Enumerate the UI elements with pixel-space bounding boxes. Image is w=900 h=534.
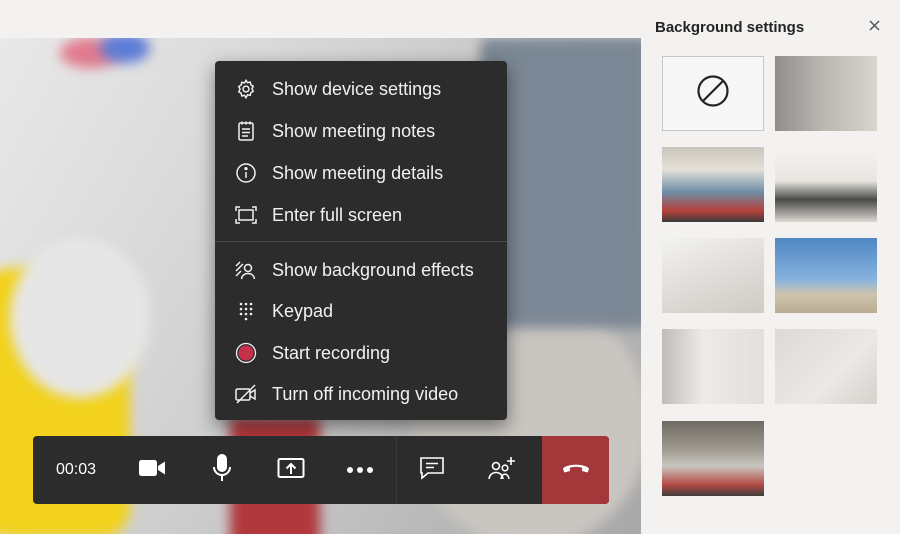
toolbar-divider [396, 436, 397, 504]
camera-button[interactable] [119, 436, 185, 504]
background-empty-white-room[interactable] [662, 329, 764, 404]
more-options-button[interactable] [327, 436, 393, 504]
record-icon [235, 342, 257, 364]
participants-icon [487, 455, 517, 486]
share-screen-icon [277, 456, 305, 485]
more-options-menu: Show device settings Show meeting notes … [215, 61, 507, 420]
menu-item-meeting-details[interactable]: Show meeting details [215, 153, 507, 193]
menu-item-keypad[interactable]: Keypad [215, 291, 507, 331]
video-off-icon [235, 383, 257, 405]
menu-item-label: Show meeting notes [272, 120, 436, 141]
participants-button[interactable] [469, 436, 535, 504]
background-none[interactable] [662, 56, 764, 131]
background-beach[interactable] [775, 238, 877, 313]
background-industrial-loft[interactable] [662, 421, 764, 496]
blurred-chair [10, 238, 150, 398]
menu-item-label: Show background effects [272, 259, 474, 280]
background-effects-icon [235, 259, 257, 281]
hang-up-button[interactable] [542, 436, 609, 504]
menu-item-start-recording[interactable]: Start recording [215, 333, 507, 373]
meeting-stage: Show device settings Show meeting notes … [0, 0, 641, 534]
call-toolbar: 00:03 [33, 436, 609, 504]
menu-item-meeting-notes[interactable]: Show meeting notes [215, 111, 507, 151]
notes-icon [235, 120, 257, 142]
background-loft-room[interactable] [775, 147, 877, 222]
info-icon [235, 162, 257, 184]
menu-item-label: Show device settings [272, 78, 442, 99]
menu-item-background-effects[interactable]: Show background effects [215, 250, 507, 290]
menu-item-incoming-video[interactable]: Turn off incoming video [215, 374, 507, 414]
menu-divider [215, 241, 507, 242]
menu-item-device-settings[interactable]: Show device settings [215, 69, 507, 109]
microphone-button[interactable] [189, 436, 255, 504]
menu-item-label: Keypad [272, 300, 334, 321]
keypad-icon [235, 300, 257, 322]
background-white-room[interactable] [662, 238, 764, 313]
microphone-icon [212, 453, 232, 487]
menu-item-label: Turn off incoming video [272, 383, 459, 404]
more-options-icon [346, 461, 374, 479]
menu-item-label: Enter full screen [272, 204, 403, 225]
menu-item-label: Show meeting details [272, 162, 444, 183]
camera-icon [138, 459, 166, 482]
background-office-hallway[interactable] [662, 147, 764, 222]
background-soft-gradient[interactable] [775, 329, 877, 404]
menu-item-full-screen[interactable]: Enter full screen [215, 195, 507, 235]
hang-up-icon [562, 461, 590, 479]
blurred-color-patch [100, 38, 150, 63]
background-blur[interactable] [775, 56, 877, 131]
chat-button[interactable] [399, 436, 465, 504]
close-button[interactable] [864, 17, 884, 37]
close-icon [868, 18, 880, 36]
call-timer: 00:03 [55, 461, 97, 478]
background-settings-panel: Background settings [641, 0, 900, 534]
none-icon [696, 74, 730, 113]
share-screen-button[interactable] [258, 436, 324, 504]
gear-icon [235, 78, 257, 100]
panel-title: Background settings [655, 19, 805, 36]
menu-item-label: Start recording [272, 342, 391, 363]
fullscreen-icon [235, 204, 257, 226]
chat-icon [419, 455, 445, 486]
